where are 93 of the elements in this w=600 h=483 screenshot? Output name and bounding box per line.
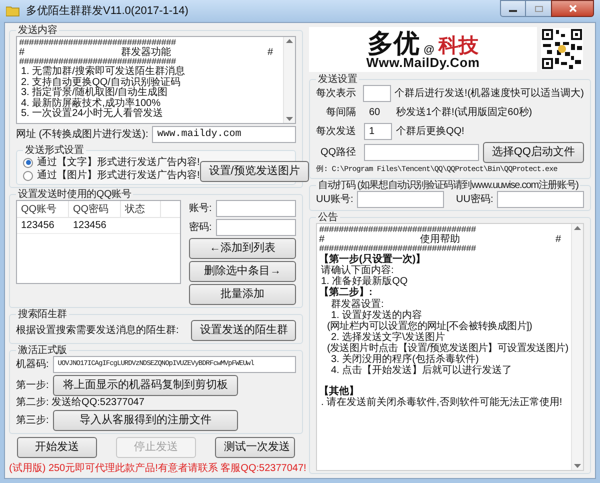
radio-option[interactable]: 通过【图片】形式进行发送广告内容! <box>23 169 200 182</box>
push-button[interactable]: 设置/预览发送图片 <box>200 161 309 182</box>
text-area[interactable]: ################################ # 群发器功能 # ################################ 1. 无需加群/搜索即可发送陌生群消息 2. 支持自动更换QQ/自动识别验证码 3. 指定背景/随机取图/自动生成图 4. 最新防屏蔽技术,成功率100% 5. 一次设置24小时无人看管发送 <box>16 36 296 124</box>
push-button[interactable]: 设置发送的陌生群 <box>191 320 296 341</box>
field-label: QQ路径 <box>319 146 357 160</box>
scroll-bar[interactable] <box>571 224 583 470</box>
input-field[interactable] <box>216 219 296 236</box>
window-title: 多优陌生群群发V11.0(2017-1-14) <box>26 4 188 19</box>
logo-at-text: @ <box>424 44 434 56</box>
help-line: (网址栏内可以设置您的网址[不会被转换成图片]) <box>326 321 534 332</box>
push-button[interactable]: ←添加到列表 <box>189 238 296 259</box>
push-button[interactable]: 批量添加 <box>189 284 296 305</box>
field-hint: 个群后更换QQ! <box>396 124 464 139</box>
help-line: 【其他】 <box>319 386 359 398</box>
folder-icon <box>6 5 20 17</box>
table-cell-text: 123456 <box>72 219 108 233</box>
push-button[interactable]: 选择QQ启动文件 <box>482 142 584 163</box>
field-label: 根据设置搜索需要发送消息的陌生群: <box>16 324 179 338</box>
input-field[interactable] <box>364 144 479 161</box>
field-label: 第一步: <box>16 378 49 393</box>
group-title: 自动打码 (如果想自动识别验证码请到www.uuwise.com注册账号) <box>317 180 580 192</box>
logo-tech-text: 科技 <box>438 36 478 56</box>
field-label: 每间隔 <box>325 106 357 120</box>
field-label: 密码: <box>189 220 212 235</box>
field-label: UU密码: <box>456 192 494 208</box>
group-title: 发送设置 <box>317 74 358 85</box>
help-line: 1. 无需加群/搜索即可发送陌生群消息 <box>20 67 186 77</box>
field-label: 网址 (不转换成图片进行发送): <box>16 128 148 142</box>
group-title: 发送形式设置 <box>24 145 85 156</box>
push-button[interactable]: 删除选中条目→ <box>189 261 296 282</box>
radio-button[interactable] <box>23 158 33 168</box>
field-hint: 秒发送1个群!(试用版固定60秒) <box>396 106 532 120</box>
group-title: 激活正式版 <box>17 345 68 356</box>
hash-mark: # <box>19 48 25 58</box>
help-line: 群发器设置: <box>330 299 384 310</box>
logo-brand-text: 多优 <box>368 30 420 56</box>
hash-rule: ################################ <box>319 245 477 254</box>
field-label: 机器码: <box>16 358 49 372</box>
group-title: 发送内容 <box>17 25 58 36</box>
help-line: 【第二步】: <box>319 287 374 298</box>
hash-mark: # <box>319 235 325 246</box>
push-button[interactable]: 测试一次发送 <box>215 437 295 458</box>
help-line: 请确认下面内容: <box>320 266 395 276</box>
group-title: 公告 <box>317 212 339 224</box>
help-line: 4. 最新防屏蔽技术,成功率100% <box>20 98 160 108</box>
radio-button[interactable] <box>23 170 33 180</box>
close-button[interactable] <box>551 0 594 17</box>
minimize-button[interactable] <box>500 0 526 17</box>
field-label: 第三步: <box>16 414 49 428</box>
table-cell-text: 123456 <box>20 219 56 233</box>
help-line: (发送图片时点击【设置/预览发送图片】可设置发送图片) <box>326 343 569 354</box>
help-line: 1. 准备好最新版QQ <box>320 276 409 287</box>
help-line: 2. 选择发送文字\发送图片 <box>331 332 445 344</box>
logo-url-text: Www.MailDy.Com <box>366 56 480 68</box>
input-field[interactable]: www.maildy.com <box>152 126 296 143</box>
field-hint: 个群后进行发送!(机器速度快可以适当调大) <box>394 86 584 101</box>
input-field[interactable] <box>362 85 391 102</box>
push-button[interactable]: 开始发送 <box>17 437 97 458</box>
help-line: 3. 关闭没用的程序(包括杀毒软件) <box>330 354 479 366</box>
help-line: 1. 设置好发送的内容 <box>331 310 422 322</box>
radio-option[interactable]: 通过【文字】形式进行发送广告内容! <box>23 156 200 169</box>
hash-rule: ################################ <box>19 58 176 67</box>
push-button[interactable]: 导入从客服得到的注册文件 <box>52 410 238 431</box>
banner-text: 使用帮助 <box>420 235 460 246</box>
group-title: 搜索陌生群 <box>17 309 68 320</box>
help-line: 4. 点击【开始发送】后就可以进行发送了 <box>330 365 514 376</box>
input-field[interactable] <box>216 200 296 217</box>
hash-mark: # <box>555 235 561 246</box>
group-title: 设置发送时使用的QQ账号 <box>17 189 132 200</box>
hash-mark: # <box>267 48 273 58</box>
push-button[interactable]: 将上面显示的机器码复制到剪切板 <box>52 375 238 396</box>
help-line: 5. 一次设置24小时无人看管发送 <box>20 109 164 120</box>
field-label: 每次表示 <box>316 86 357 101</box>
help-line: . 请在发送前关闭杀毒软件,否则软件可能无法正常使用! <box>320 398 564 409</box>
input-field[interactable] <box>497 191 584 208</box>
help-line: 2. 支持自动更换QQ/自动识别验证码 <box>20 78 182 88</box>
column-header[interactable]: QQ密码 <box>69 201 121 217</box>
qr-code-icon <box>541 28 583 70</box>
column-header[interactable]: 状态 <box>121 201 161 217</box>
field-label: 每次发送 <box>316 125 357 139</box>
hash-rule: ################################ <box>19 39 177 48</box>
input-field[interactable] <box>357 191 444 208</box>
help-line: 3. 指定背景/随机取图/自动生成图 <box>20 88 169 98</box>
field-label: 账号: <box>189 202 212 216</box>
scroll-bar[interactable] <box>283 37 295 123</box>
step-text: 第二步: 发送给QQ:52377047 <box>16 396 146 410</box>
field-label: UU账号: <box>316 192 354 208</box>
help-line: 【第一步(只设置一次)】 <box>319 254 427 266</box>
banner-text: 群发器功能 <box>121 48 171 58</box>
input-field[interactable]: 1 <box>364 123 392 140</box>
close-icon <box>568 5 576 12</box>
column-header[interactable]: QQ账号 <box>17 201 69 217</box>
promo-text: (试用版) 250元即可代理此款产品!有意者请联系 客服QQ:52377047! <box>9 462 303 476</box>
